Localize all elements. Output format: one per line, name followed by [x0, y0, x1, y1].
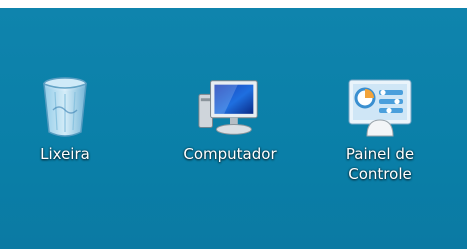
desktop-icon-label: Painel de Controle — [345, 145, 415, 183]
desktop-icon-label: Lixeira — [40, 145, 90, 163]
desktop-icon-painel-de-controle[interactable]: Painel de Controle — [325, 70, 435, 184]
recycle-bin-icon — [30, 70, 100, 140]
desktop-icon-label: Computador — [183, 145, 277, 163]
control-panel-icon — [345, 70, 415, 140]
desktop-icon-lixeira[interactable]: Lixeira — [25, 70, 105, 164]
computer-monitor-icon — [195, 70, 265, 140]
desktop-icon-computador[interactable]: Computador — [160, 70, 300, 164]
desktop: Lixeira Computador Painel de Controle — [0, 8, 467, 249]
